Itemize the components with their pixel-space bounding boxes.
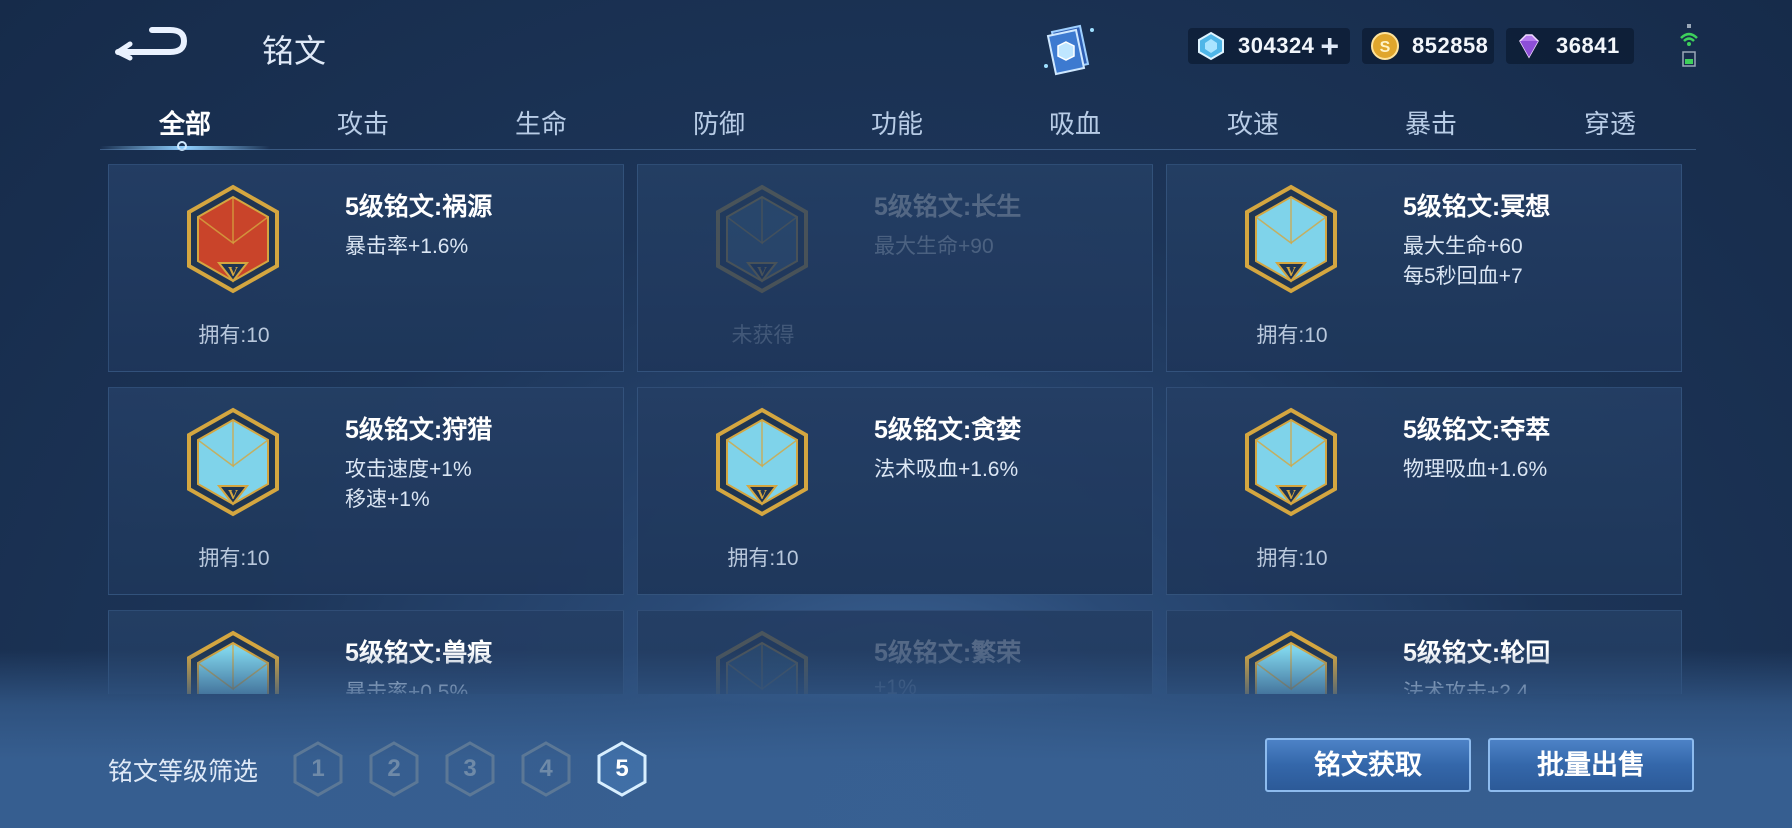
level-filter-4[interactable]: 4 [520,740,572,798]
diamond-icon [1519,34,1539,59]
inscription-name: 5级铭文:轮回 [1403,639,1551,667]
inscription-card-1[interactable]: V 5级铭文:长生 最大生命+90 未获得 [637,164,1153,372]
network-status-icon [1680,24,1698,67]
owned-count: 拥有:10 [1256,324,1328,347]
svg-text:V: V [228,488,238,503]
owned-count: 拥有:10 [198,324,270,347]
tab-penetration[interactable]: 穿透 [1550,104,1670,141]
tab-attack[interactable]: 攻击 [303,104,423,141]
crystal-icon [1198,31,1224,61]
bottom-bar: 铭文等级筛选 1 2 3 4 5 铭文获取 批量出售 [0,720,1792,820]
inscription-attr: 攻击速度+1% [345,458,472,481]
crystal-currency: 304324 + [1188,28,1350,64]
back-arrow-icon[interactable] [112,22,190,62]
inscription-attr: 最大生命+90 [874,235,994,258]
tabs-divider [100,149,1696,150]
diamond-amount: 36841 [1556,33,1620,58]
inscription-name: 5级铭文:兽痕 [345,639,493,667]
svg-text:V: V [1286,265,1296,280]
inscription-attr: 物理吸血+1.6% [1403,458,1548,481]
inscription-attr: 每5秒回血+7 [1403,265,1523,288]
inscription-name: 5级铭文:冥想 [1403,193,1551,221]
inscription-emblem-icon: V [187,184,279,294]
category-tabs: 全部 攻击 生命 防御 功能 吸血 攻速 暴击 穿透 [100,98,1700,152]
owned-count: 拥有:10 [1256,547,1328,570]
inscription-box-icon[interactable] [1040,18,1100,78]
inscription-name: 5级铭文:贪婪 [874,416,1022,444]
bulk-sell-button[interactable]: 批量出售 [1488,738,1694,792]
top-bar: 铭文 304324 + S 852858 36841 [0,0,1792,96]
crystal-amount: 304324 [1238,33,1315,58]
level-number: 3 [463,755,477,782]
inscription-card-7[interactable]: V 5级铭文:繁荣 +1% [637,610,1153,694]
inscription-card-8[interactable]: V 5级铭文:轮回 法术攻击+2.4 [1166,610,1682,694]
level-number: 5 [615,755,629,782]
inscription-name: 5级铭文:祸源 [345,193,493,221]
svg-text:V: V [757,265,767,280]
svg-text:S: S [1380,39,1391,56]
level-number: 4 [539,755,553,782]
tab-crit[interactable]: 暴击 [1371,104,1491,141]
level-number: 2 [387,755,401,782]
level-filter-label: 铭文等级筛选 [108,758,259,786]
inscription-card-6[interactable]: V 5级铭文:兽痕 暴击率+0.5% [108,610,624,694]
gold-coin-icon: S [1371,32,1399,60]
level-filter-1[interactable]: 1 [292,740,344,798]
owned-count: 拥有:10 [727,547,799,570]
inscription-emblem-icon: V [187,407,279,517]
inscription-emblem-icon: V [1245,407,1337,517]
tab-life[interactable]: 生命 [481,104,601,141]
inscription-card-2[interactable]: V 5级铭文:冥想 最大生命+60 每5秒回血+7 拥有:10 [1166,164,1682,372]
level-filter-5[interactable]: 5 [596,740,648,798]
inscription-card-0[interactable]: V 5级铭文:祸源 暴击率+1.6% 拥有:10 [108,164,624,372]
tab-attack-speed[interactable]: 攻速 [1193,104,1313,141]
tab-function[interactable]: 功能 [837,104,957,141]
tab-defense[interactable]: 防御 [659,104,779,141]
inscription-attr: +1% [874,676,917,694]
level-filter-3[interactable]: 3 [444,740,496,798]
tab-all[interactable]: 全部 [125,104,245,141]
svg-text:V: V [228,265,238,280]
inscription-card-5[interactable]: V 5级铭文:夺萃 物理吸血+1.6% 拥有:10 [1166,387,1682,595]
owned-count: 拥有:10 [198,547,270,570]
inscription-emblem-icon: V [187,630,279,694]
inscription-card-4[interactable]: V 5级铭文:贪婪 法术吸血+1.6% 拥有:10 [637,387,1153,595]
inscription-emblem-icon: V [1245,184,1337,294]
inscription-attr: 法术吸血+1.6% [874,458,1019,481]
inscription-attr: 暴击率+1.6% [345,235,469,258]
inscription-emblem-icon: V [716,630,808,694]
inscription-name: 5级铭文:长生 [874,193,1022,221]
page-title: 铭文 [262,33,327,69]
diamond-currency: 36841 [1506,28,1634,64]
level-filter-2[interactable]: 2 [368,740,420,798]
gold-amount: 852858 [1412,33,1489,58]
level-number: 1 [311,755,325,782]
inscription-attr: 法术攻击+2.4 [1403,681,1529,694]
svg-text:V: V [1286,488,1296,503]
acquire-inscription-button[interactable]: 铭文获取 [1265,738,1471,792]
inscription-emblem-icon: V [1245,630,1337,694]
inscription-name: 5级铭文:夺萃 [1403,416,1551,444]
inscription-emblem-icon: V [716,407,808,517]
inscription-name: 5级铭文:繁荣 [874,639,1022,667]
inscription-grid: V 5级铭文:祸源 暴击率+1.6% 拥有:10 V 5级铭文:长生 最大生命+… [108,164,1684,694]
inscription-attr: 暴击率+0.5% [345,681,469,694]
inscription-attr: 移速+1% [345,488,430,511]
owned-count: 未获得 [731,324,795,347]
inscription-name: 5级铭文:狩猎 [345,416,493,444]
add-crystal-button[interactable]: + [1320,30,1339,62]
active-tab-marker [177,141,187,151]
svg-text:V: V [757,488,767,503]
inscription-emblem-icon: V [716,184,808,294]
tab-lifesteal[interactable]: 吸血 [1015,104,1135,141]
gold-currency: S 852858 [1362,28,1494,64]
inscription-attr: 最大生命+60 [1403,235,1523,258]
inscription-card-3[interactable]: V 5级铭文:狩猎 攻击速度+1% 移速+1% 拥有:10 [108,387,624,595]
